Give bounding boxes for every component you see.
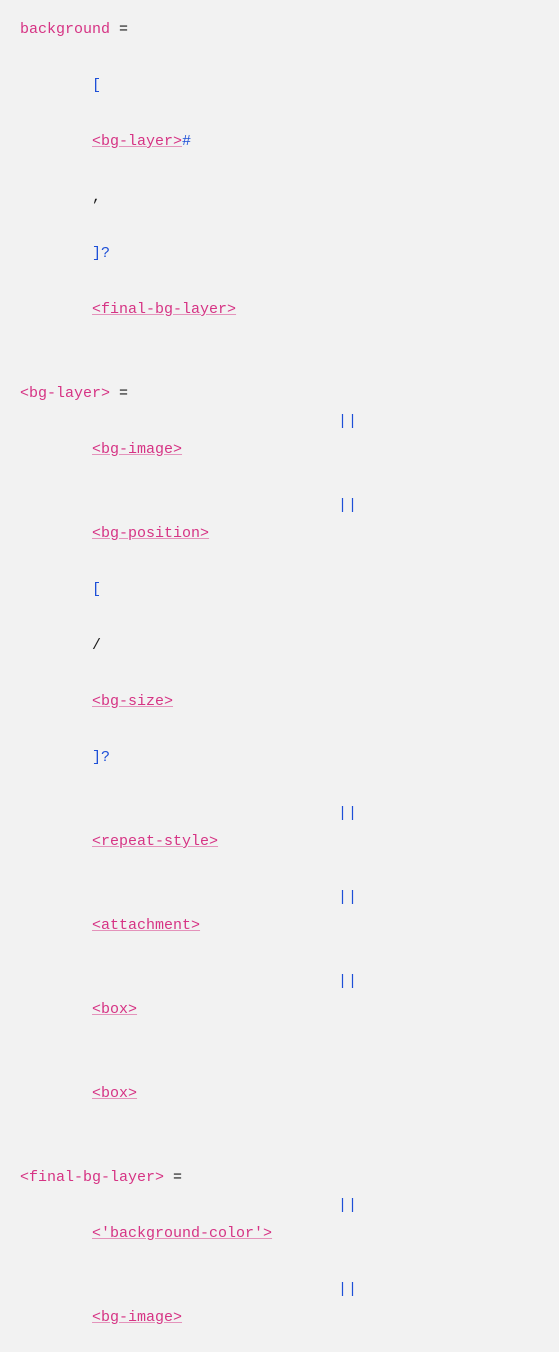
comma: ,: [92, 189, 101, 206]
type-bg-image[interactable]: <bg-image>: [92, 441, 182, 458]
def-final-bg-layer: <final-bg-layer> = <'background-color'> …: [20, 1164, 539, 1352]
alt-row: <repeat-style> ||: [20, 800, 539, 884]
type-name: <final-bg-layer>: [20, 1169, 164, 1186]
bracket-open: [: [92, 581, 101, 598]
double-bar[interactable]: ||: [338, 497, 358, 514]
alt-row: <box>: [20, 1052, 539, 1136]
double-bar[interactable]: ||: [338, 889, 358, 906]
double-bar[interactable]: ||: [338, 413, 358, 430]
def-bg-layer: <bg-layer> = <bg-image> || <bg-position>…: [20, 380, 539, 1136]
alt-row: <box> ||: [20, 968, 539, 1052]
bracket-close: ]: [92, 749, 101, 766]
def-background: background = [ <bg-layer># , ]? <final-b…: [20, 16, 539, 352]
slash: /: [92, 637, 101, 654]
question-mark[interactable]: ?: [101, 245, 110, 262]
alt-row: <bg-image> ||: [20, 1276, 539, 1352]
equals-sign: =: [173, 1169, 182, 1186]
equals-sign: =: [119, 21, 128, 38]
double-bar[interactable]: ||: [338, 1281, 358, 1298]
type-repeat-style[interactable]: <repeat-style>: [92, 833, 218, 850]
property-name: background: [20, 21, 110, 38]
double-bar[interactable]: ||: [338, 1197, 358, 1214]
alt-row: <'background-color'> ||: [20, 1192, 539, 1276]
hash-multiplier[interactable]: #: [182, 133, 191, 150]
type-attachment[interactable]: <attachment>: [92, 917, 200, 934]
question-mark[interactable]: ?: [101, 749, 110, 766]
type-bg-size[interactable]: <bg-size>: [92, 693, 173, 710]
type-box[interactable]: <box>: [92, 1001, 137, 1018]
bracket-open: [: [92, 77, 101, 94]
alt-row: <attachment> ||: [20, 884, 539, 968]
type-box[interactable]: <box>: [92, 1085, 137, 1102]
equals-sign: =: [119, 385, 128, 402]
def-header: background =: [20, 16, 539, 44]
type-background-color[interactable]: <'background-color'>: [92, 1225, 272, 1242]
double-bar[interactable]: ||: [338, 973, 358, 990]
type-name: <bg-layer>: [20, 385, 110, 402]
type-bg-layer[interactable]: <bg-layer>: [92, 133, 182, 150]
def-body-row: [ <bg-layer># , ]? <final-bg-layer>: [20, 44, 539, 352]
alt-row: <bg-position> [ / <bg-size> ]? ||: [20, 492, 539, 800]
double-bar[interactable]: ||: [338, 805, 358, 822]
type-bg-image[interactable]: <bg-image>: [92, 1309, 182, 1326]
type-bg-position[interactable]: <bg-position>: [92, 525, 209, 542]
bracket-close: ]: [92, 245, 101, 262]
type-final-bg-layer[interactable]: <final-bg-layer>: [92, 301, 236, 318]
def-header: <final-bg-layer> =: [20, 1164, 539, 1192]
alt-row: <bg-image> ||: [20, 408, 539, 492]
def-header: <bg-layer> =: [20, 380, 539, 408]
